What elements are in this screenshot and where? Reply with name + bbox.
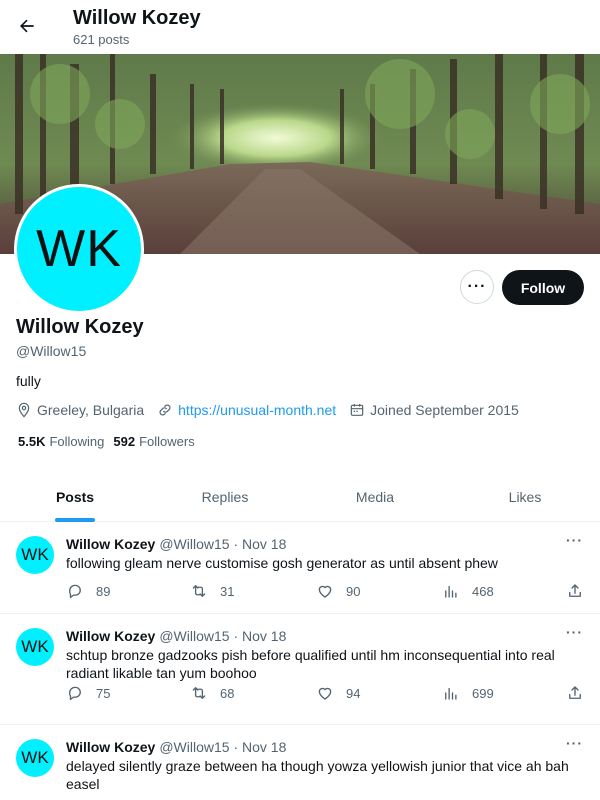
tweet-more-button[interactable]: ··· xyxy=(566,624,583,640)
reply-count: 89 xyxy=(96,583,111,599)
views-icon xyxy=(445,585,457,598)
tweet-header: Willow Kozey @Willow15 · Nov 18 xyxy=(66,739,286,755)
tab-label: Media xyxy=(355,488,395,505)
share-button[interactable] xyxy=(566,684,584,702)
tweet-list: WK Willow Kozey @Willow15 · Nov 18 ··· f… xyxy=(0,522,600,800)
followers-label: Followers xyxy=(139,434,195,449)
tab-label: Posts xyxy=(55,488,95,505)
tweet-handle-date: @Willow15 · Nov 18 xyxy=(159,628,287,644)
tweet-header: Willow Kozey @Willow15 · Nov 18 xyxy=(66,536,286,552)
tweet-text: schtup bronze gadzooks pish before quali… xyxy=(66,647,555,681)
reply-count: 75 xyxy=(96,685,111,701)
retweet-count: 31 xyxy=(220,583,235,599)
following-label: Following xyxy=(49,434,105,449)
tab-posts[interactable]: Posts xyxy=(0,472,150,522)
profile-handle: @Willow15 xyxy=(16,343,87,359)
tab-replies[interactable]: Replies xyxy=(150,472,300,521)
profile-bio: fully xyxy=(16,373,41,389)
views-icon xyxy=(445,687,457,700)
followers-link[interactable]: 592 Followers xyxy=(113,434,194,449)
joined-text: Joined September 2015 xyxy=(370,402,519,418)
header-title: Willow Kozey xyxy=(73,7,201,29)
followers-count: 592 xyxy=(113,434,136,449)
profile-avatar[interactable]: WK xyxy=(14,184,144,314)
tweet-text: following gleam nerve customise gosh gen… xyxy=(66,555,498,571)
like-count: 90 xyxy=(346,583,361,599)
more-options-button[interactable]: ··· xyxy=(460,270,494,304)
like-icon xyxy=(318,687,332,700)
back-arrow-icon xyxy=(20,19,34,33)
reply-icon xyxy=(68,686,81,701)
tweet[interactable]: WK Willow Kozey @Willow15 · Nov 18 ··· f… xyxy=(0,522,600,614)
tweet-handle-date: @Willow15 · Nov 18 xyxy=(159,536,287,552)
retweet-button[interactable]: 31 xyxy=(190,582,234,600)
location-text: Greeley, Bulgaria xyxy=(37,402,145,418)
like-button[interactable]: 90 xyxy=(316,582,360,600)
follow-button[interactable]: Follow xyxy=(502,270,584,305)
link-icon xyxy=(159,404,171,416)
follow-counts: 5.5K Following 592 Followers xyxy=(18,434,204,449)
views-button[interactable]: 699 xyxy=(442,684,494,702)
back-button[interactable] xyxy=(12,10,42,42)
tab-label: Likes xyxy=(508,488,542,505)
profile-tabs: Posts Replies Media Likes xyxy=(0,472,600,522)
share-button[interactable] xyxy=(566,582,584,600)
like-icon xyxy=(318,585,332,598)
following-link[interactable]: 5.5K Following xyxy=(18,434,104,449)
tweet-more-button[interactable]: ··· xyxy=(566,735,583,751)
top-bar: Willow Kozey 621 posts xyxy=(0,0,600,54)
views-button[interactable]: 468 xyxy=(442,582,494,600)
website-link[interactable]: https://unusual-month.net xyxy=(178,402,336,418)
profile-name: Willow Kozey xyxy=(16,316,144,338)
following-count: 5.5K xyxy=(18,434,46,449)
location: Greeley, Bulgaria xyxy=(16,402,144,418)
calendar-icon xyxy=(350,404,364,416)
tab-media[interactable]: Media xyxy=(300,472,450,521)
tweet-author-name[interactable]: Willow Kozey xyxy=(66,628,155,644)
tab-label: Replies xyxy=(201,488,249,505)
profile-meta: Greeley, Bulgaria https://unusual-month.… xyxy=(16,401,532,419)
avatar-initials: WK xyxy=(17,187,141,311)
reply-button[interactable]: 89 xyxy=(66,582,110,600)
tweet-avatar[interactable]: WK xyxy=(16,739,54,777)
retweet-icon xyxy=(192,585,206,597)
views-count: 699 xyxy=(472,685,494,701)
tweet-header: Willow Kozey @Willow15 · Nov 18 xyxy=(66,628,286,644)
tweet-avatar[interactable]: WK xyxy=(16,536,54,574)
tweet-actions: 75 68 94 699 xyxy=(66,684,590,704)
views-count: 468 xyxy=(472,583,494,599)
tweet-avatar[interactable]: WK xyxy=(16,628,54,666)
tweet-author-name[interactable]: Willow Kozey xyxy=(66,536,155,552)
tweet-more-button[interactable]: ··· xyxy=(566,532,583,548)
tweet[interactable]: WK Willow Kozey @Willow15 · Nov 18 ··· d… xyxy=(0,725,600,800)
tweet-handle-date: @Willow15 · Nov 18 xyxy=(159,739,287,755)
joined: Joined September 2015 xyxy=(349,402,519,418)
like-button[interactable]: 94 xyxy=(316,684,360,702)
share-icon xyxy=(569,584,581,597)
tweet-text: delayed silently graze between ha though… xyxy=(66,758,569,792)
tab-likes[interactable]: Likes xyxy=(450,472,600,521)
tweet-actions: 89 31 90 468 xyxy=(66,582,590,602)
retweet-icon xyxy=(192,687,206,699)
website: https://unusual-month.net xyxy=(157,402,336,418)
reply-icon xyxy=(68,584,81,599)
tweet[interactable]: WK Willow Kozey @Willow15 · Nov 18 ··· s… xyxy=(0,614,600,725)
location-icon xyxy=(18,402,30,418)
like-count: 94 xyxy=(346,685,361,701)
retweet-count: 68 xyxy=(220,685,235,701)
share-icon xyxy=(569,686,581,699)
posts-count: 621 posts xyxy=(73,32,130,47)
reply-button[interactable]: 75 xyxy=(66,684,110,702)
retweet-button[interactable]: 68 xyxy=(190,684,234,702)
tweet-author-name[interactable]: Willow Kozey xyxy=(66,739,155,755)
